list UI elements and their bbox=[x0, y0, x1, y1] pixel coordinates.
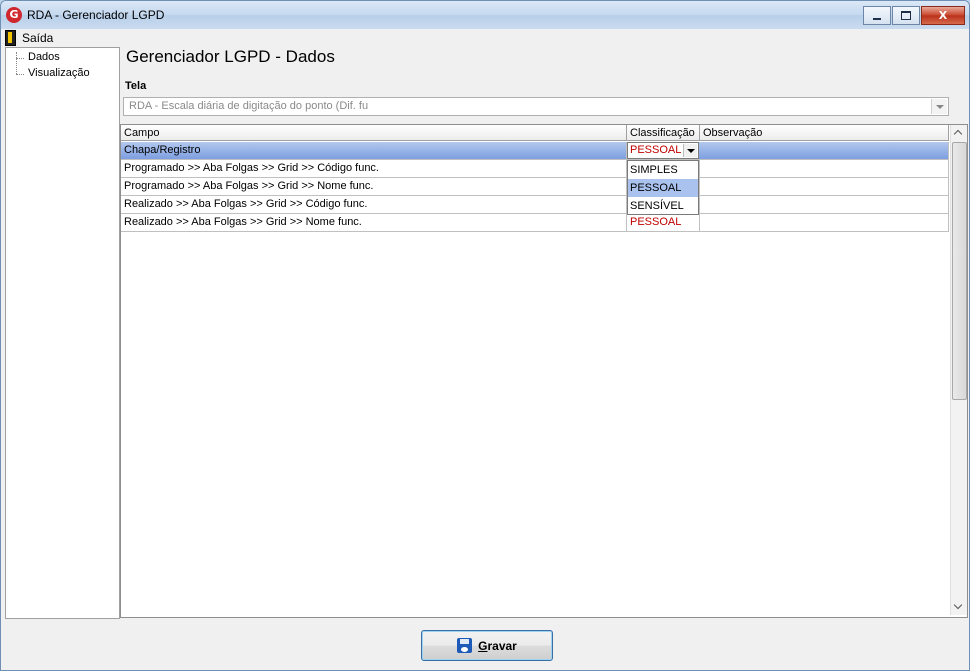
cell-observacao[interactable] bbox=[700, 142, 949, 159]
menu-exit-label: Saída bbox=[22, 30, 54, 45]
scroll-down-arrow-icon[interactable] bbox=[951, 599, 967, 615]
chevron-down-icon[interactable] bbox=[683, 144, 697, 157]
table-row[interactable]: Programado >> Aba Folgas >> Grid >> Códi… bbox=[121, 160, 949, 178]
cell-observacao[interactable] bbox=[700, 160, 949, 177]
column-header-classificacao[interactable]: Classificação bbox=[627, 125, 700, 141]
door-exit-icon bbox=[5, 29, 16, 46]
table-row[interactable]: Realizado >> Aba Folgas >> Grid >> Códig… bbox=[121, 196, 949, 214]
tree-item-visualizacao[interactable]: Visualização bbox=[28, 67, 90, 79]
scrollbar-thumb[interactable] bbox=[952, 142, 967, 400]
cell-campo: Chapa/Registro bbox=[121, 142, 627, 159]
column-header-campo[interactable]: Campo bbox=[121, 125, 627, 141]
maximize-icon bbox=[901, 11, 911, 20]
save-button-label-rest: ravar bbox=[487, 638, 517, 653]
cell-classificacao[interactable]: PESSOAL bbox=[627, 214, 700, 231]
dropdown-option-sensivel[interactable]: SENSÍVEL bbox=[628, 197, 698, 215]
cell-observacao[interactable] bbox=[700, 178, 949, 195]
cell-observacao[interactable] bbox=[700, 214, 949, 231]
vertical-scrollbar[interactable] bbox=[950, 125, 967, 615]
dropdown-option-pessoal[interactable]: PESSOAL bbox=[628, 179, 698, 197]
page-title: Gerenciador LGPD - Dados bbox=[126, 47, 335, 66]
classificacao-select[interactable]: PESSOAL bbox=[627, 142, 699, 159]
save-button-label: Gravar bbox=[478, 639, 517, 653]
main-window: G RDA - Gerenciador LGPD X Saída Dados V… bbox=[0, 0, 970, 671]
cell-campo: Programado >> Aba Folgas >> Grid >> Nome… bbox=[121, 178, 627, 195]
close-button[interactable]: X bbox=[921, 6, 965, 25]
column-header-observacao[interactable]: Observação bbox=[700, 125, 949, 141]
cell-observacao[interactable] bbox=[700, 196, 949, 213]
tela-label: Tela bbox=[125, 80, 147, 92]
cell-campo: Realizado >> Aba Folgas >> Grid >> Nome … bbox=[121, 214, 627, 231]
tela-select[interactable]: RDA - Escala diária de digitação do pont… bbox=[123, 97, 949, 116]
table-row[interactable]: Chapa/Registro bbox=[121, 142, 949, 160]
save-button[interactable]: Gravar bbox=[421, 630, 553, 661]
classificacao-dropdown: SIMPLES PESSOAL SENSÍVEL bbox=[627, 160, 699, 215]
classificacao-select-value: PESSOAL bbox=[630, 144, 682, 156]
tree-connector bbox=[16, 74, 24, 75]
window-title: RDA - Gerenciador LGPD bbox=[27, 8, 165, 22]
tree-connector bbox=[16, 58, 24, 59]
tree-connector bbox=[16, 52, 17, 74]
close-icon: X bbox=[938, 9, 948, 22]
app-logo-icon: G bbox=[6, 7, 22, 23]
scroll-up-arrow-icon[interactable] bbox=[951, 125, 967, 141]
minimize-icon bbox=[873, 17, 881, 20]
title-bar[interactable]: G RDA - Gerenciador LGPD X bbox=[1, 1, 969, 29]
tela-select-value: RDA - Escala diária de digitação do pont… bbox=[129, 100, 369, 112]
cell-campo: Realizado >> Aba Folgas >> Grid >> Códig… bbox=[121, 196, 627, 213]
dropdown-option-simples[interactable]: SIMPLES bbox=[628, 161, 698, 179]
table-row[interactable]: Programado >> Aba Folgas >> Grid >> Nome… bbox=[121, 178, 949, 196]
cell-campo: Programado >> Aba Folgas >> Grid >> Códi… bbox=[121, 160, 627, 177]
table-row[interactable]: Realizado >> Aba Folgas >> Grid >> Nome … bbox=[121, 214, 949, 232]
navigation-tree: Dados Visualização bbox=[5, 47, 120, 619]
minimize-button[interactable] bbox=[863, 6, 891, 25]
menu-exit[interactable]: Saída bbox=[5, 29, 53, 46]
chevron-down-icon[interactable] bbox=[931, 99, 947, 114]
fields-grid: Campo Classificação Observação Chapa/Reg… bbox=[120, 124, 968, 618]
floppy-disk-icon bbox=[457, 638, 473, 653]
window-controls: X bbox=[862, 6, 965, 25]
menu-bar: Saída bbox=[1, 29, 969, 46]
tree-item-dados[interactable]: Dados bbox=[28, 51, 60, 63]
maximize-button[interactable] bbox=[892, 6, 920, 25]
